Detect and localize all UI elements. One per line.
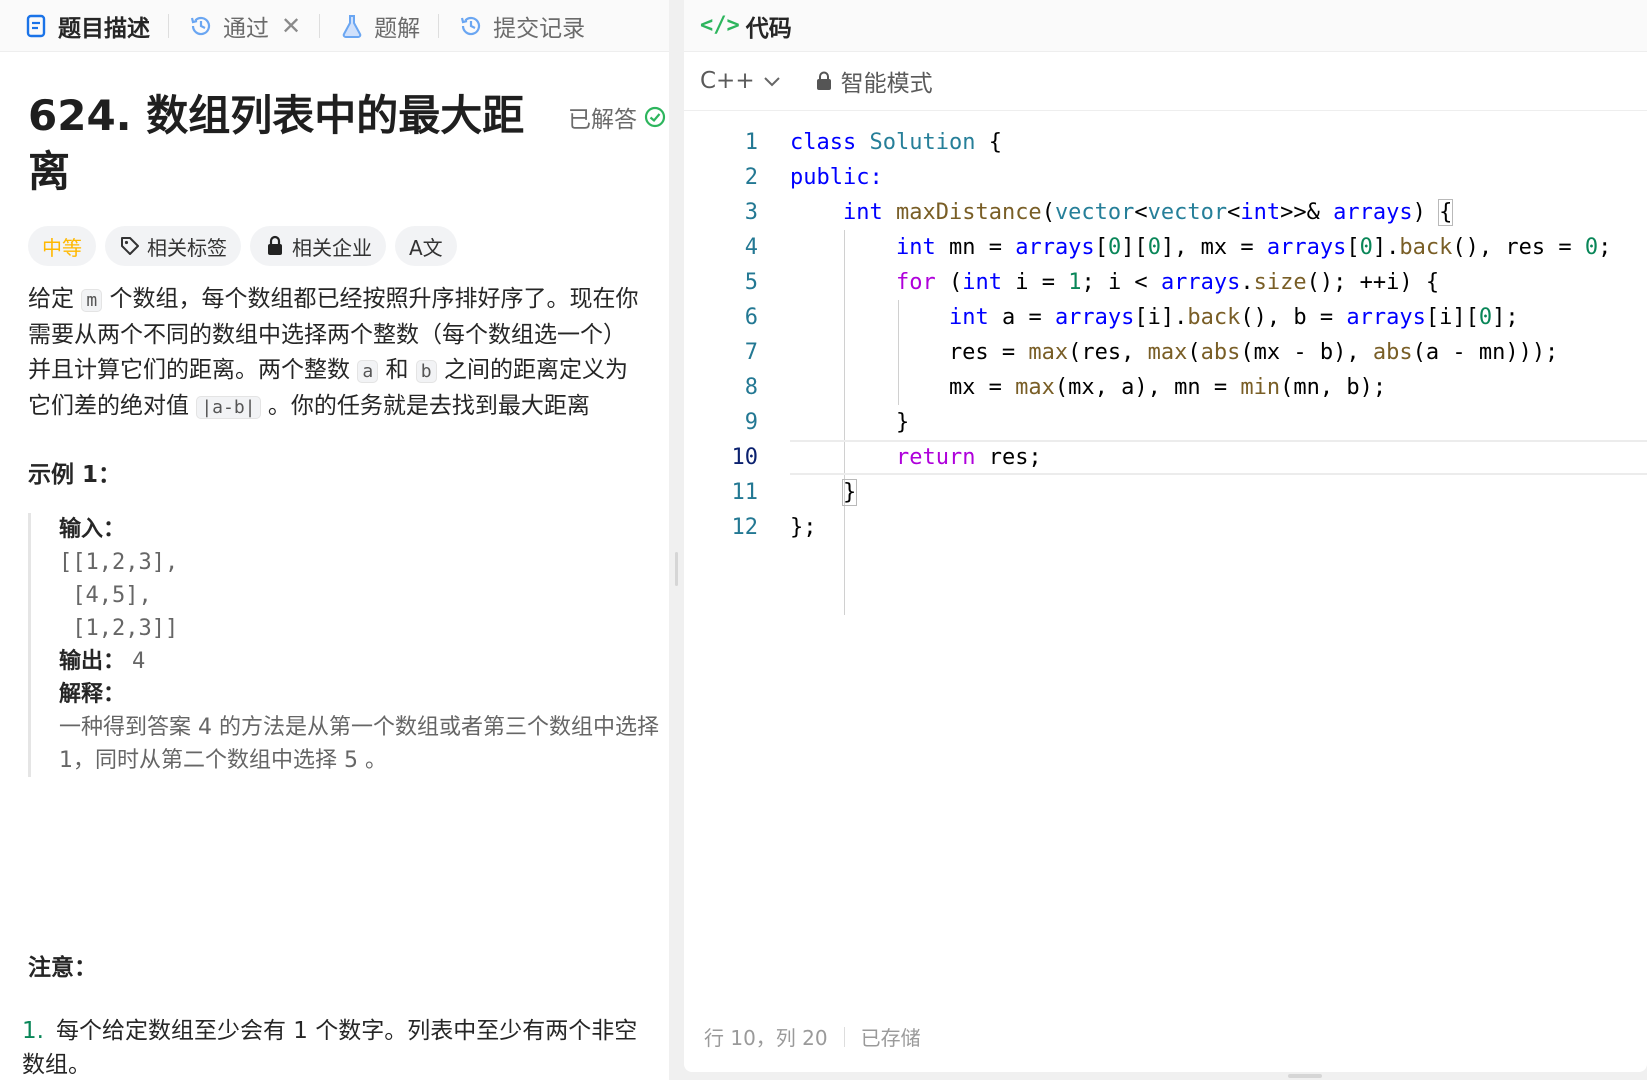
desc-text: 和 [385,357,409,383]
tab-solutions-label: 题解 [374,15,421,42]
output-value: 4 [132,649,146,674]
inline-code-abs: |a-b| [196,396,261,419]
explain-text: 一种得到答案 4 的方法是从第一个数组或者第三个数组中选择 1，同时从第二个数组… [59,715,659,773]
input-line: [[1,2,3], [59,550,179,575]
smart-mode-label: 智能模式 [840,71,933,97]
check-circle-icon [643,105,667,129]
example-block: 输入： [[1,2,3], [4,5], [1,2,3]] 输出： 4 解释： … [28,513,659,777]
tab-submissions[interactable]: 提交记录 [453,9,589,43]
lock-icon [264,235,286,257]
code-line[interactable]: 6 int a = arrays[i].back(), b = arrays[i… [684,300,1647,335]
inline-code-b: b [415,360,437,383]
smart-mode-toggle[interactable]: 智能模式 [815,64,933,98]
tab-accepted-label: 通过 [223,15,269,42]
inline-code-a: a [357,360,379,383]
save-status: 已存储 [860,1026,921,1050]
list-item-number: 1. [22,1018,44,1044]
input-line: [1,2,3]] [59,616,179,641]
font-toggle-button[interactable]: A文 [395,226,457,266]
code-line[interactable]: 2 public: [684,160,1647,195]
tab-description-label: 题目描述 [58,15,150,42]
input-line: [4,5], [59,583,152,608]
flask-icon [338,12,366,40]
related-tags-label: 相关标签 [147,235,227,260]
note-title: 注意： [28,955,97,981]
example-title: 示例 1： [28,462,122,488]
tab-code-label: 代码 [745,15,792,42]
output-label: 输出： [59,649,126,674]
related-tags-button[interactable]: 相关标签 [105,226,241,266]
code-line[interactable]: 12}; [684,510,1647,545]
note-list: 1. 每个给定数组至少会有 1 个数字。列表中至少有两个非空数组。 [22,1014,642,1080]
list-item-text: 每个给定数组至少会有 1 个数字。列表中至少有两个非空数组。 [22,1018,638,1078]
problem-description: 给定 m 个数组，每个数组都已经按照升序排好序了。现在你需要从两个不同的数组中选… [28,282,648,425]
input-label: 输入： [59,517,126,542]
editor-toolbar: C++ 智能模式 [684,52,1647,111]
resize-grip[interactable] [675,552,678,586]
tag-icon [119,235,141,257]
code-line[interactable]: 5 for (int i = 1; i < arrays.size(); ++i… [684,265,1647,300]
difficulty-badge: 中等 [28,226,96,266]
desc-text: 。你的任务就是去找到最大距离 [267,393,590,419]
solved-status: 已解答 [568,100,667,134]
editor-statusbar: 行 10，列 20 已存储 [704,1022,921,1051]
tab-solutions[interactable]: 题解 [334,9,424,43]
code-line-current[interactable]: 10 return res; [684,440,1647,475]
tab-accepted[interactable]: 通过 ✕ [183,9,305,43]
history-icon [187,12,215,40]
code-panel: </> 代码 C++ 智能模式 1 class Solution { 2 publi… [684,0,1647,1072]
status-separator [843,1026,845,1047]
language-select[interactable]: C++ [700,68,781,94]
tag-row: 中等 相关标签 相关企业 A文 [28,226,658,266]
tab-separator [168,13,169,38]
solved-label: 已解答 [568,107,637,133]
explain-label: 解释： [59,682,126,707]
related-companies-label: 相关企业 [292,235,372,260]
tab-separator [319,13,321,38]
code-line[interactable]: 1 class Solution { [684,125,1647,160]
code-line[interactable]: 11 } [684,475,1647,510]
problem-title[interactable]: 624. 数组列表中的最大距离 [28,88,528,200]
code-icon: </> [700,13,740,38]
cursor-position: 行 10，列 20 [704,1026,828,1050]
code-line[interactable]: 8 mx = max(mx, a), mn = min(mn, b); [684,370,1647,405]
bottom-resize-grip[interactable] [1288,1074,1322,1078]
code-tabbar: </> 代码 [684,0,1647,52]
close-icon[interactable]: ✕ [281,12,301,40]
description-icon [22,12,50,40]
tab-code[interactable]: </> 代码 [700,9,792,43]
panel-resize-handle[interactable] [669,0,684,1080]
list-item: 1. 每个给定数组至少会有 1 个数字。列表中至少有两个非空数组。 [22,1014,642,1080]
desc-text: 给定 [28,286,74,312]
code-editor[interactable]: 1 class Solution { 2 public: 3 int maxDist… [684,125,1647,615]
problem-panel: 题目描述 通过 ✕ 题解 提交记录 624. 数组列表中的最大距离 已解答 中等… [0,0,669,1080]
language-label: C++ [700,68,755,94]
code-line[interactable]: 4 int mn = arrays[0][0], mx = arrays[0].… [684,230,1647,265]
lock-icon [815,71,833,91]
tab-description[interactable]: 题目描述 [18,9,154,43]
code-line[interactable]: 7 res = max(res, max(abs(mx - b), abs(a … [684,335,1647,370]
tab-separator [438,13,440,38]
inline-code-m: m [81,289,103,312]
related-companies-button[interactable]: 相关企业 [250,226,386,266]
problem-tabbar: 题目描述 通过 ✕ 题解 提交记录 [0,0,669,52]
chevron-down-icon [763,75,781,87]
code-line[interactable]: 9 } [684,405,1647,440]
code-line[interactable]: 3 int maxDistance(vector<vector<int>>& a… [684,195,1647,230]
tab-submissions-label: 提交记录 [493,15,586,42]
problem-content: 624. 数组列表中的最大距离 已解答 中等 相关标签 相关企业 A文 给定 m… [28,88,666,777]
history-icon [457,12,485,40]
